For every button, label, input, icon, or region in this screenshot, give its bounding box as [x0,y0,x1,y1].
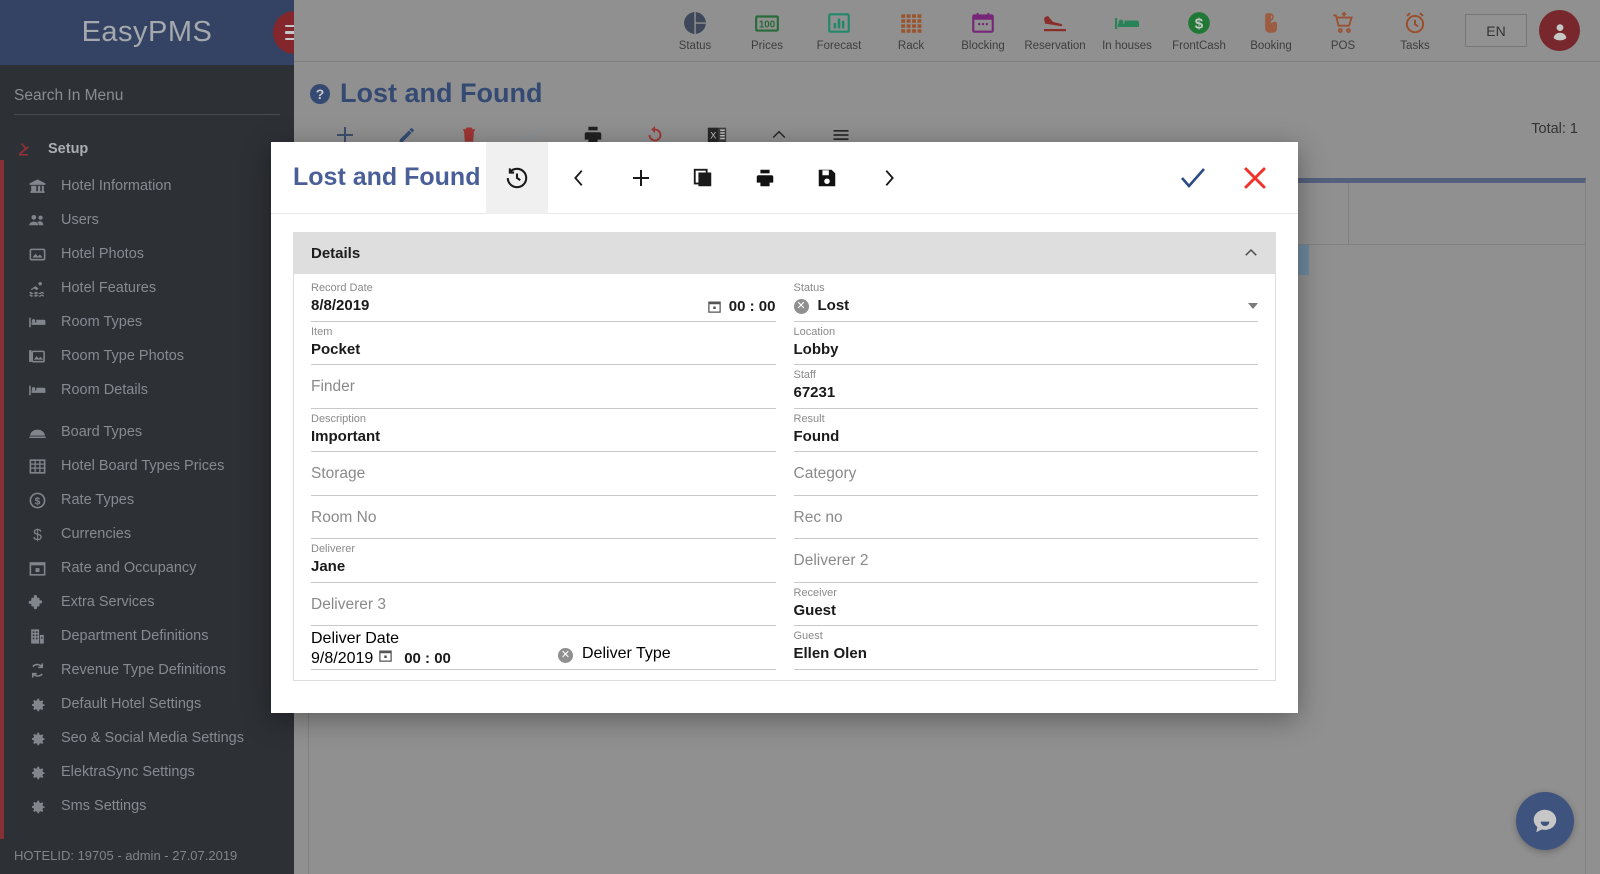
close-button[interactable] [1224,142,1286,214]
rec-no-placeholder: Rec no [793,508,843,526]
status-value: Lost [817,297,850,314]
deliver-date-value: 9/8/2019 [311,650,374,667]
calendar-icon[interactable] [378,648,393,663]
calendar-icon[interactable] [707,299,722,314]
item-label: Item [311,325,333,338]
location-value: Lobby [793,340,839,358]
room-no-placeholder: Room No [311,508,377,526]
next-button[interactable] [858,142,920,214]
details-section-title: Details [311,244,361,262]
finder-field[interactable]: Finder [311,365,776,409]
location-field[interactable]: Location Lobby [793,322,1258,365]
record-date-value: 8/8/2019 [311,297,370,314]
status-label: Status [793,282,825,294]
previous-button[interactable] [548,142,610,214]
deliverer2-placeholder: Deliverer 2 [793,552,869,569]
result-label: Result [793,412,825,425]
form-column-left: Record Date 8/8/2019 00 : 00 Item Pocket [302,278,785,670]
receiver-field[interactable]: Receiver Guest [793,583,1258,626]
lost-and-found-dialog: Lost and Found Details Record Date 8/8/2… [271,141,1298,713]
chevron-down-icon[interactable] [1248,303,1258,309]
description-value: Important [311,427,381,445]
deliverer-field[interactable]: Deliverer Jane [311,539,776,583]
clear-icon[interactable]: ✕ [558,647,573,663]
category-placeholder: Category [793,465,857,482]
dialog-title: Lost and Found [293,163,481,191]
guest-label: Guest [793,630,823,642]
category-field[interactable]: Category [793,452,1258,496]
storage-placeholder: Storage [311,465,366,482]
staff-value: 67231 [793,384,836,401]
record-date-label: Record Date [311,282,373,294]
item-value: Pocket [311,340,361,358]
status-field[interactable]: Status ✕ Lost [793,278,1258,322]
deliver-date-label: Deliver Date [311,630,400,647]
record-date-time: 00 : 00 [728,297,776,315]
copy-button[interactable] [672,142,734,214]
deliver-date-time: 00 : 00 [404,650,451,667]
staff-label: Staff [793,369,816,381]
deliverer3-placeholder: Deliverer 3 [311,595,386,613]
result-value: Found [793,427,840,445]
clear-icon[interactable]: ✕ [793,298,809,314]
details-form: Record Date 8/8/2019 00 : 00 Item Pocket [293,274,1276,681]
finder-placeholder: Finder [311,378,355,395]
deliverer-value: Jane [311,558,346,575]
chevron-up-icon[interactable] [1242,244,1260,262]
description-field[interactable]: Description Important [311,409,776,452]
record-date-field[interactable]: Record Date 8/8/2019 00 : 00 [311,278,776,322]
deliverer2-field[interactable]: Deliverer 2 [793,539,1258,583]
guest-field[interactable]: Guest Ellen Olen [793,626,1258,670]
item-field[interactable]: Item Pocket [311,322,776,365]
print-button[interactable] [734,142,796,214]
application-root: ? Lost and Found X Total: 1 Status 100 P… [0,0,1600,874]
result-field[interactable]: Result Found [793,409,1258,452]
dialog-actions [1162,142,1298,214]
staff-field[interactable]: Staff 67231 [793,365,1258,409]
deliver-type-field[interactable]: ✕ Deliver Type [558,626,776,670]
add-button[interactable] [610,142,672,214]
rec-no-field[interactable]: Rec no [793,496,1258,539]
confirm-button[interactable] [1162,142,1224,214]
receiver-label: Receiver [793,586,837,599]
room-no-field[interactable]: Room No [311,496,776,539]
details-section-header[interactable]: Details [293,232,1276,274]
deliver-date-field[interactable]: Deliver Date 9/8/2019 00 : 00 [311,626,558,670]
receiver-value: Guest [793,601,837,619]
deliver-date-row: Deliver Date 9/8/2019 00 : 00 ✕ Deliver … [311,626,776,670]
deliverer3-field[interactable]: Deliverer 3 [311,583,776,626]
deliver-type-placeholder: Deliver Type [582,644,671,662]
deliverer-label: Deliverer [311,543,356,555]
dialog-header: Lost and Found [271,141,1298,214]
storage-field[interactable]: Storage [311,452,776,496]
guest-value: Ellen Olen [793,645,867,662]
history-button[interactable] [486,141,549,214]
description-label: Description [311,412,367,425]
form-column-right: Status ✕ Lost Location Lobby Staff 67231 [785,278,1268,670]
location-label: Location [793,325,836,338]
save-button[interactable] [796,142,858,214]
